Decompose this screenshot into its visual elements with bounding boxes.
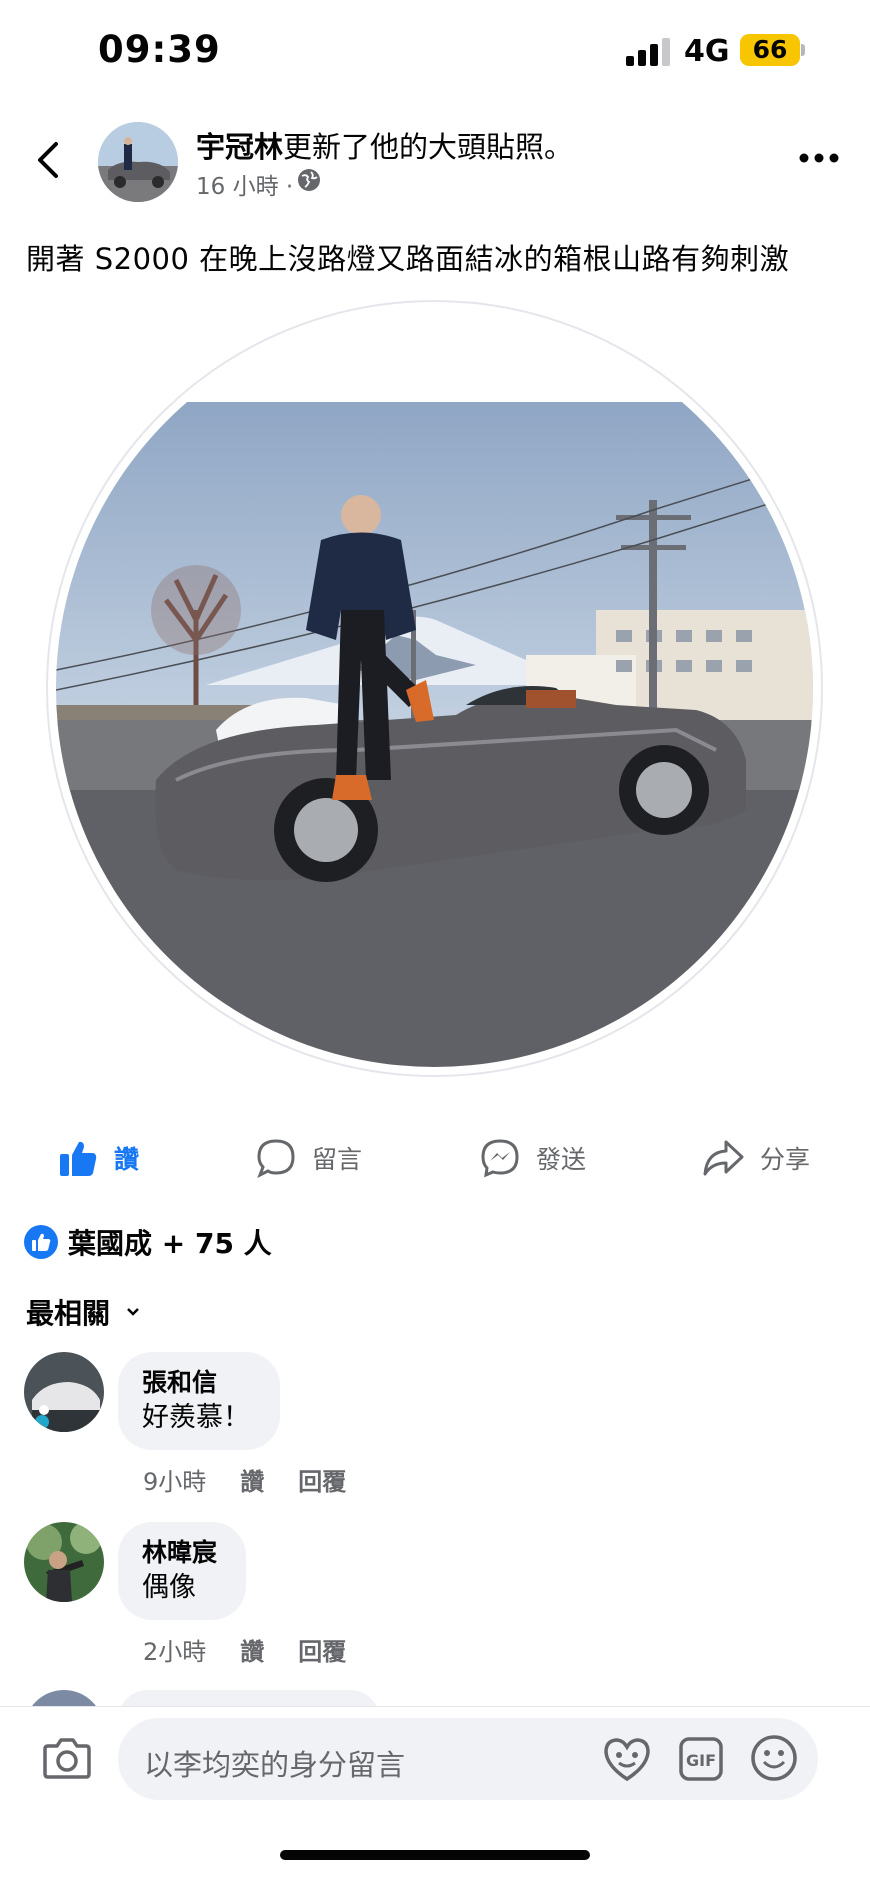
comment-author[interactable]: 林暐宸 <box>142 1536 222 1570</box>
profile-photo[interactable] <box>56 310 813 1067</box>
comment-avatar[interactable] <box>24 1522 104 1602</box>
sort-label: 最相關 <box>26 1297 111 1330</box>
comment-time: 2小時 <box>143 1638 207 1666</box>
chevron-left-icon <box>38 142 58 178</box>
comment-meta: 2小時 讚 回覆 <box>143 1632 346 1667</box>
status-time: 09:39 <box>98 28 221 71</box>
thumbs-up-icon <box>60 1141 97 1176</box>
network-label: 4G <box>684 34 730 69</box>
like-button[interactable]: 讚 <box>58 1120 139 1196</box>
svg-text:GIF: GIF <box>686 1751 716 1770</box>
messenger-icon <box>481 1139 519 1178</box>
reaction-summary[interactable]: 葉國成 + 75 人 <box>24 1222 272 1262</box>
comment-placeholder: 以李均奕的身分留言 <box>144 1748 406 1782</box>
share-label: 分享 <box>760 1145 811 1174</box>
comment-button[interactable]: 留言 <box>256 1120 362 1196</box>
back-button[interactable] <box>30 132 70 188</box>
like-label: 讚 <box>114 1145 140 1174</box>
globe-icon <box>298 169 320 191</box>
gif-icon[interactable]: GIF <box>678 1736 724 1782</box>
comment-label: 留言 <box>312 1145 363 1174</box>
post-action-text: 更新了他的大頭貼照。 <box>283 130 574 164</box>
author-name[interactable]: 宇冠林 <box>196 130 283 164</box>
comment-like-button[interactable]: 讚 <box>240 1632 264 1667</box>
share-arrow-icon <box>703 1140 744 1176</box>
camera-icon[interactable] <box>42 1736 92 1780</box>
comment-bubble[interactable]: 林暐宸 偶像 <box>118 1522 246 1620</box>
battery-indicator: 66 <box>740 34 800 66</box>
post-time[interactable]: 16 小時 <box>196 174 279 200</box>
comment-text: 好羨慕！ <box>142 1402 250 1433</box>
comment-reply-button[interactable]: 回覆 <box>298 1632 346 1667</box>
meta-separator: · <box>285 174 294 200</box>
comment-avatar[interactable] <box>24 1352 104 1432</box>
signal-icon <box>626 38 672 66</box>
more-horizontal-icon[interactable] <box>798 152 840 164</box>
comment-reply-button[interactable]: 回覆 <box>298 1462 346 1497</box>
comment-like-button[interactable]: 讚 <box>240 1462 264 1497</box>
post-header-line: 宇冠林更新了他的大頭貼照。 <box>196 124 573 166</box>
post-action-bar: 讚 留言 發送 分享 <box>0 1120 870 1196</box>
reaction-names: 葉國成 + 75 人 <box>68 1227 272 1260</box>
send-button[interactable]: 發送 <box>480 1120 586 1196</box>
comment-bubble-icon <box>257 1139 295 1178</box>
like-reaction-icon <box>24 1225 58 1259</box>
comment-bubble[interactable]: 張和信 好羨慕！ <box>118 1352 280 1450</box>
heart-face-icon[interactable] <box>602 1734 652 1784</box>
sort-dropdown[interactable]: 最相關 <box>26 1292 140 1332</box>
home-indicator[interactable] <box>280 1850 590 1860</box>
comment-author[interactable]: 張和信 <box>142 1366 256 1400</box>
author-avatar[interactable] <box>98 122 178 202</box>
post-text: 開著 S2000 在晚上沒路燈又路面結冰的箱根山路有夠刺激 <box>26 242 790 276</box>
post-meta: 16 小時 · <box>196 167 293 201</box>
comment-meta: 9小時 讚 回覆 <box>143 1462 346 1497</box>
send-label: 發送 <box>536 1145 587 1174</box>
battery-cap <box>801 44 805 56</box>
share-button[interactable]: 分享 <box>702 1120 810 1196</box>
chevron-down-icon <box>127 1308 139 1316</box>
smiley-icon[interactable] <box>750 1734 798 1782</box>
comment-text: 偶像 <box>142 1572 196 1603</box>
comment-time: 9小時 <box>143 1468 207 1496</box>
